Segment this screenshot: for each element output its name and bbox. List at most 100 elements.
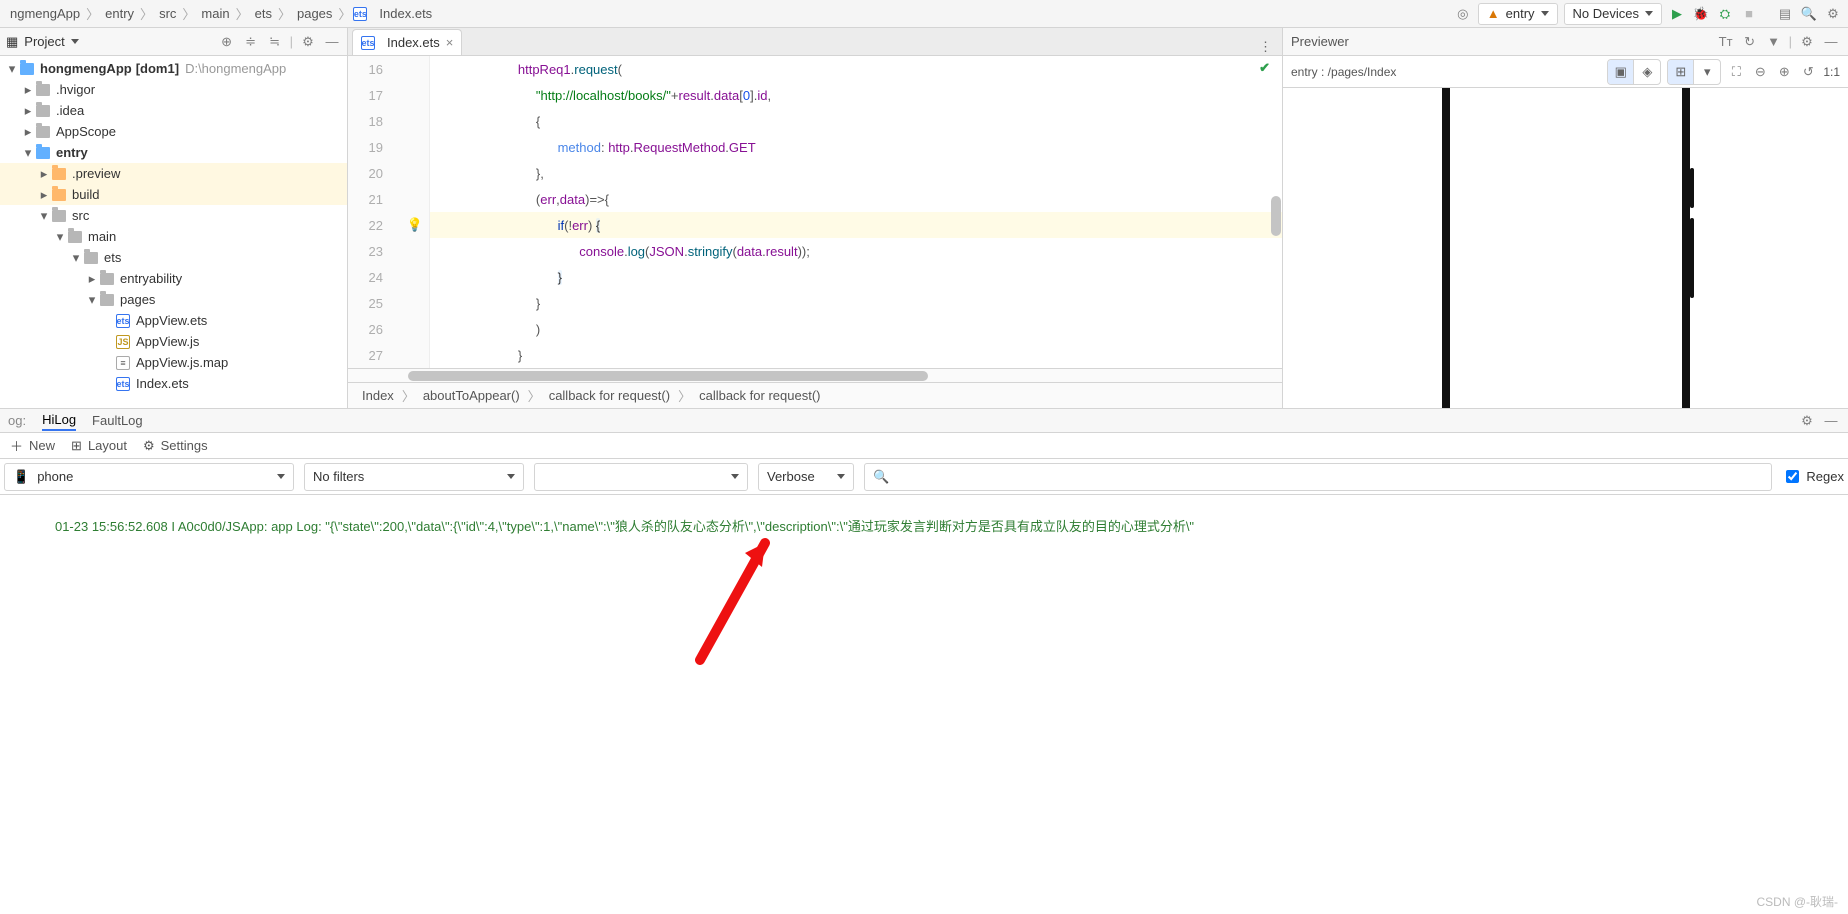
- device-select[interactable]: No Devices: [1564, 3, 1662, 25]
- log-tab-hilog[interactable]: HiLog: [42, 410, 76, 431]
- tree-item[interactable]: ▸AppScope: [0, 121, 347, 142]
- project-tree[interactable]: ▾ hongmengApp [dom1] D:\hongmengApp ▸.hv…: [0, 56, 347, 408]
- profile-icon[interactable]: ⛭: [1716, 5, 1734, 23]
- log-search-input[interactable]: 🔍: [864, 463, 1772, 491]
- preview-canvas[interactable]: [1283, 88, 1848, 408]
- tree-twisty-icon[interactable]: ▸: [36, 187, 52, 203]
- tree-twisty-icon[interactable]: ▾: [36, 208, 52, 224]
- project-structure-icon[interactable]: ▤: [1776, 5, 1794, 23]
- log-tab-faultlog[interactable]: FaultLog: [92, 411, 143, 430]
- layout-mode-group: ⊞ ▾: [1667, 59, 1721, 85]
- tree-item[interactable]: ▸.preview: [0, 163, 347, 184]
- collapse-all-icon[interactable]: ≒: [266, 33, 284, 51]
- tree-twisty-icon[interactable]: ▸: [36, 166, 52, 182]
- refresh-icon[interactable]: ↻: [1741, 33, 1759, 51]
- tree-item[interactable]: ▸build: [0, 184, 347, 205]
- code-area[interactable]: 16171819202122💡2324252627 httpReq1.reque…: [348, 56, 1282, 368]
- project-title: Project: [24, 34, 64, 49]
- tree-item[interactable]: etsAppView.ets: [0, 310, 347, 331]
- tree-twisty-icon[interactable]: ▸: [20, 124, 36, 140]
- editor-bc-item[interactable]: aboutToAppear(): [419, 386, 524, 405]
- chevron-down-icon[interactable]: ▾: [1694, 60, 1720, 84]
- search-icon: 🔍: [873, 469, 889, 485]
- editor-scrollbar-v[interactable]: [1271, 86, 1281, 338]
- breadcrumb-item[interactable]: ngmengApp: [6, 4, 84, 23]
- debug-icon[interactable]: 🐞: [1692, 5, 1710, 23]
- filter-icon[interactable]: ▼: [1765, 33, 1783, 51]
- editor-bc-item[interactable]: callback for request(): [545, 386, 674, 405]
- tree-twisty-icon[interactable]: ▸: [20, 103, 36, 119]
- inspect-layers-icon[interactable]: ◈: [1634, 60, 1660, 84]
- tree-item[interactable]: ▾src: [0, 205, 347, 226]
- editor-tab-index-ets[interactable]: ets Index.ets ×: [352, 29, 462, 55]
- tree-root[interactable]: ▾ hongmengApp [dom1] D:\hongmengApp: [0, 58, 347, 79]
- log-panel: og: HiLog FaultLog ⚙ — ＋New ⊞Layout ⚙Set…: [0, 409, 1848, 914]
- run-config-select[interactable]: ▲ entry: [1478, 3, 1558, 25]
- device-filter-select[interactable]: 📱 phone: [4, 463, 294, 491]
- tree-item[interactable]: etsIndex.ets: [0, 373, 347, 394]
- plus-icon: ＋: [10, 436, 23, 455]
- project-view-select[interactable]: [71, 39, 79, 44]
- tree-item[interactable]: ▾ets: [0, 247, 347, 268]
- tree-twisty-icon[interactable]: ▾: [68, 250, 84, 266]
- rotate-icon[interactable]: ↺: [1799, 63, 1817, 81]
- hide-previewer-icon[interactable]: —: [1822, 33, 1840, 51]
- tree-item[interactable]: ≡AppView.js.map: [0, 352, 347, 373]
- editor-more-icon[interactable]: ⋮: [1249, 39, 1282, 55]
- search-icon[interactable]: 🔍: [1800, 5, 1818, 23]
- tree-item[interactable]: ▾main: [0, 226, 347, 247]
- log-settings-icon[interactable]: ⚙: [1798, 412, 1816, 430]
- log-new-button[interactable]: ＋New: [10, 436, 55, 455]
- grid-icon[interactable]: ⊞: [1668, 60, 1694, 84]
- zoom-out-icon[interactable]: ⊖: [1751, 63, 1769, 81]
- tree-item[interactable]: ▾entry: [0, 142, 347, 163]
- breadcrumb-item[interactable]: ets: [251, 4, 276, 23]
- run-icon[interactable]: ▶: [1668, 5, 1686, 23]
- breadcrumb-item[interactable]: entry: [101, 4, 138, 23]
- tree-twisty-icon[interactable]: ▸: [84, 271, 100, 287]
- tree-item[interactable]: ▸.idea: [0, 100, 347, 121]
- code-editor: ets Index.ets × ⋮ 16171819202122💡2324252…: [348, 28, 1282, 408]
- expand-all-icon[interactable]: ≑: [242, 33, 260, 51]
- editor-bc-item[interactable]: callback for request(): [695, 386, 824, 405]
- bulb-icon[interactable]: 💡: [407, 217, 423, 233]
- editor-bc-item[interactable]: Index: [358, 386, 398, 405]
- sidebar-settings-icon[interactable]: ⚙: [299, 33, 317, 51]
- breadcrumb-item[interactable]: Index.ets: [375, 4, 436, 23]
- process-filter-select[interactable]: [534, 463, 748, 491]
- stop-icon[interactable]: ■: [1740, 5, 1758, 23]
- target-icon[interactable]: ◎: [1454, 5, 1472, 23]
- hide-sidebar-icon[interactable]: —: [323, 33, 341, 51]
- folder-icon: [36, 147, 50, 159]
- tree-item[interactable]: JSAppView.js: [0, 331, 347, 352]
- select-open-file-icon[interactable]: ⊕: [218, 33, 236, 51]
- log-filter-label: No filters: [313, 469, 499, 484]
- log-output[interactable]: 01-23 15:56:52.608 I A0c0d0/JSApp: app L…: [0, 495, 1848, 914]
- tree-item[interactable]: ▸.hvigor: [0, 79, 347, 100]
- breadcrumb-item[interactable]: src: [155, 4, 180, 23]
- log-search-field[interactable]: [897, 468, 1763, 485]
- close-tab-icon[interactable]: ×: [446, 35, 454, 50]
- regex-checkbox[interactable]: Regex: [1782, 467, 1844, 486]
- tree-twisty-icon[interactable]: ▾: [20, 145, 36, 161]
- log-layout-button[interactable]: ⊞Layout: [71, 438, 127, 454]
- hide-log-icon[interactable]: —: [1822, 412, 1840, 430]
- tree-twisty-icon[interactable]: ▸: [20, 82, 36, 98]
- tree-twisty-icon[interactable]: ▾: [84, 292, 100, 308]
- zoom-in-icon[interactable]: ⊕: [1775, 63, 1793, 81]
- previewer-settings-icon[interactable]: ⚙: [1798, 33, 1816, 51]
- inspect-component-icon[interactable]: ▣: [1608, 60, 1634, 84]
- settings-icon[interactable]: ⚙: [1824, 5, 1842, 23]
- log-settings-button[interactable]: ⚙Settings: [143, 438, 208, 454]
- breadcrumb-item[interactable]: pages: [293, 4, 336, 23]
- log-filter-select[interactable]: No filters: [304, 463, 524, 491]
- breadcrumb-item[interactable]: main: [197, 4, 233, 23]
- verbose-filter-select[interactable]: Verbose: [758, 463, 854, 491]
- fullscreen-icon[interactable]: ⛶: [1727, 63, 1745, 81]
- text-tool-icon[interactable]: Tᴛ: [1717, 33, 1735, 51]
- tree-twisty-icon[interactable]: ▾: [52, 229, 68, 245]
- tree-item[interactable]: ▸entryability: [0, 268, 347, 289]
- regex-checkbox-input[interactable]: [1786, 470, 1799, 483]
- tree-item[interactable]: ▾pages: [0, 289, 347, 310]
- editor-scrollbar-h[interactable]: [348, 368, 1282, 382]
